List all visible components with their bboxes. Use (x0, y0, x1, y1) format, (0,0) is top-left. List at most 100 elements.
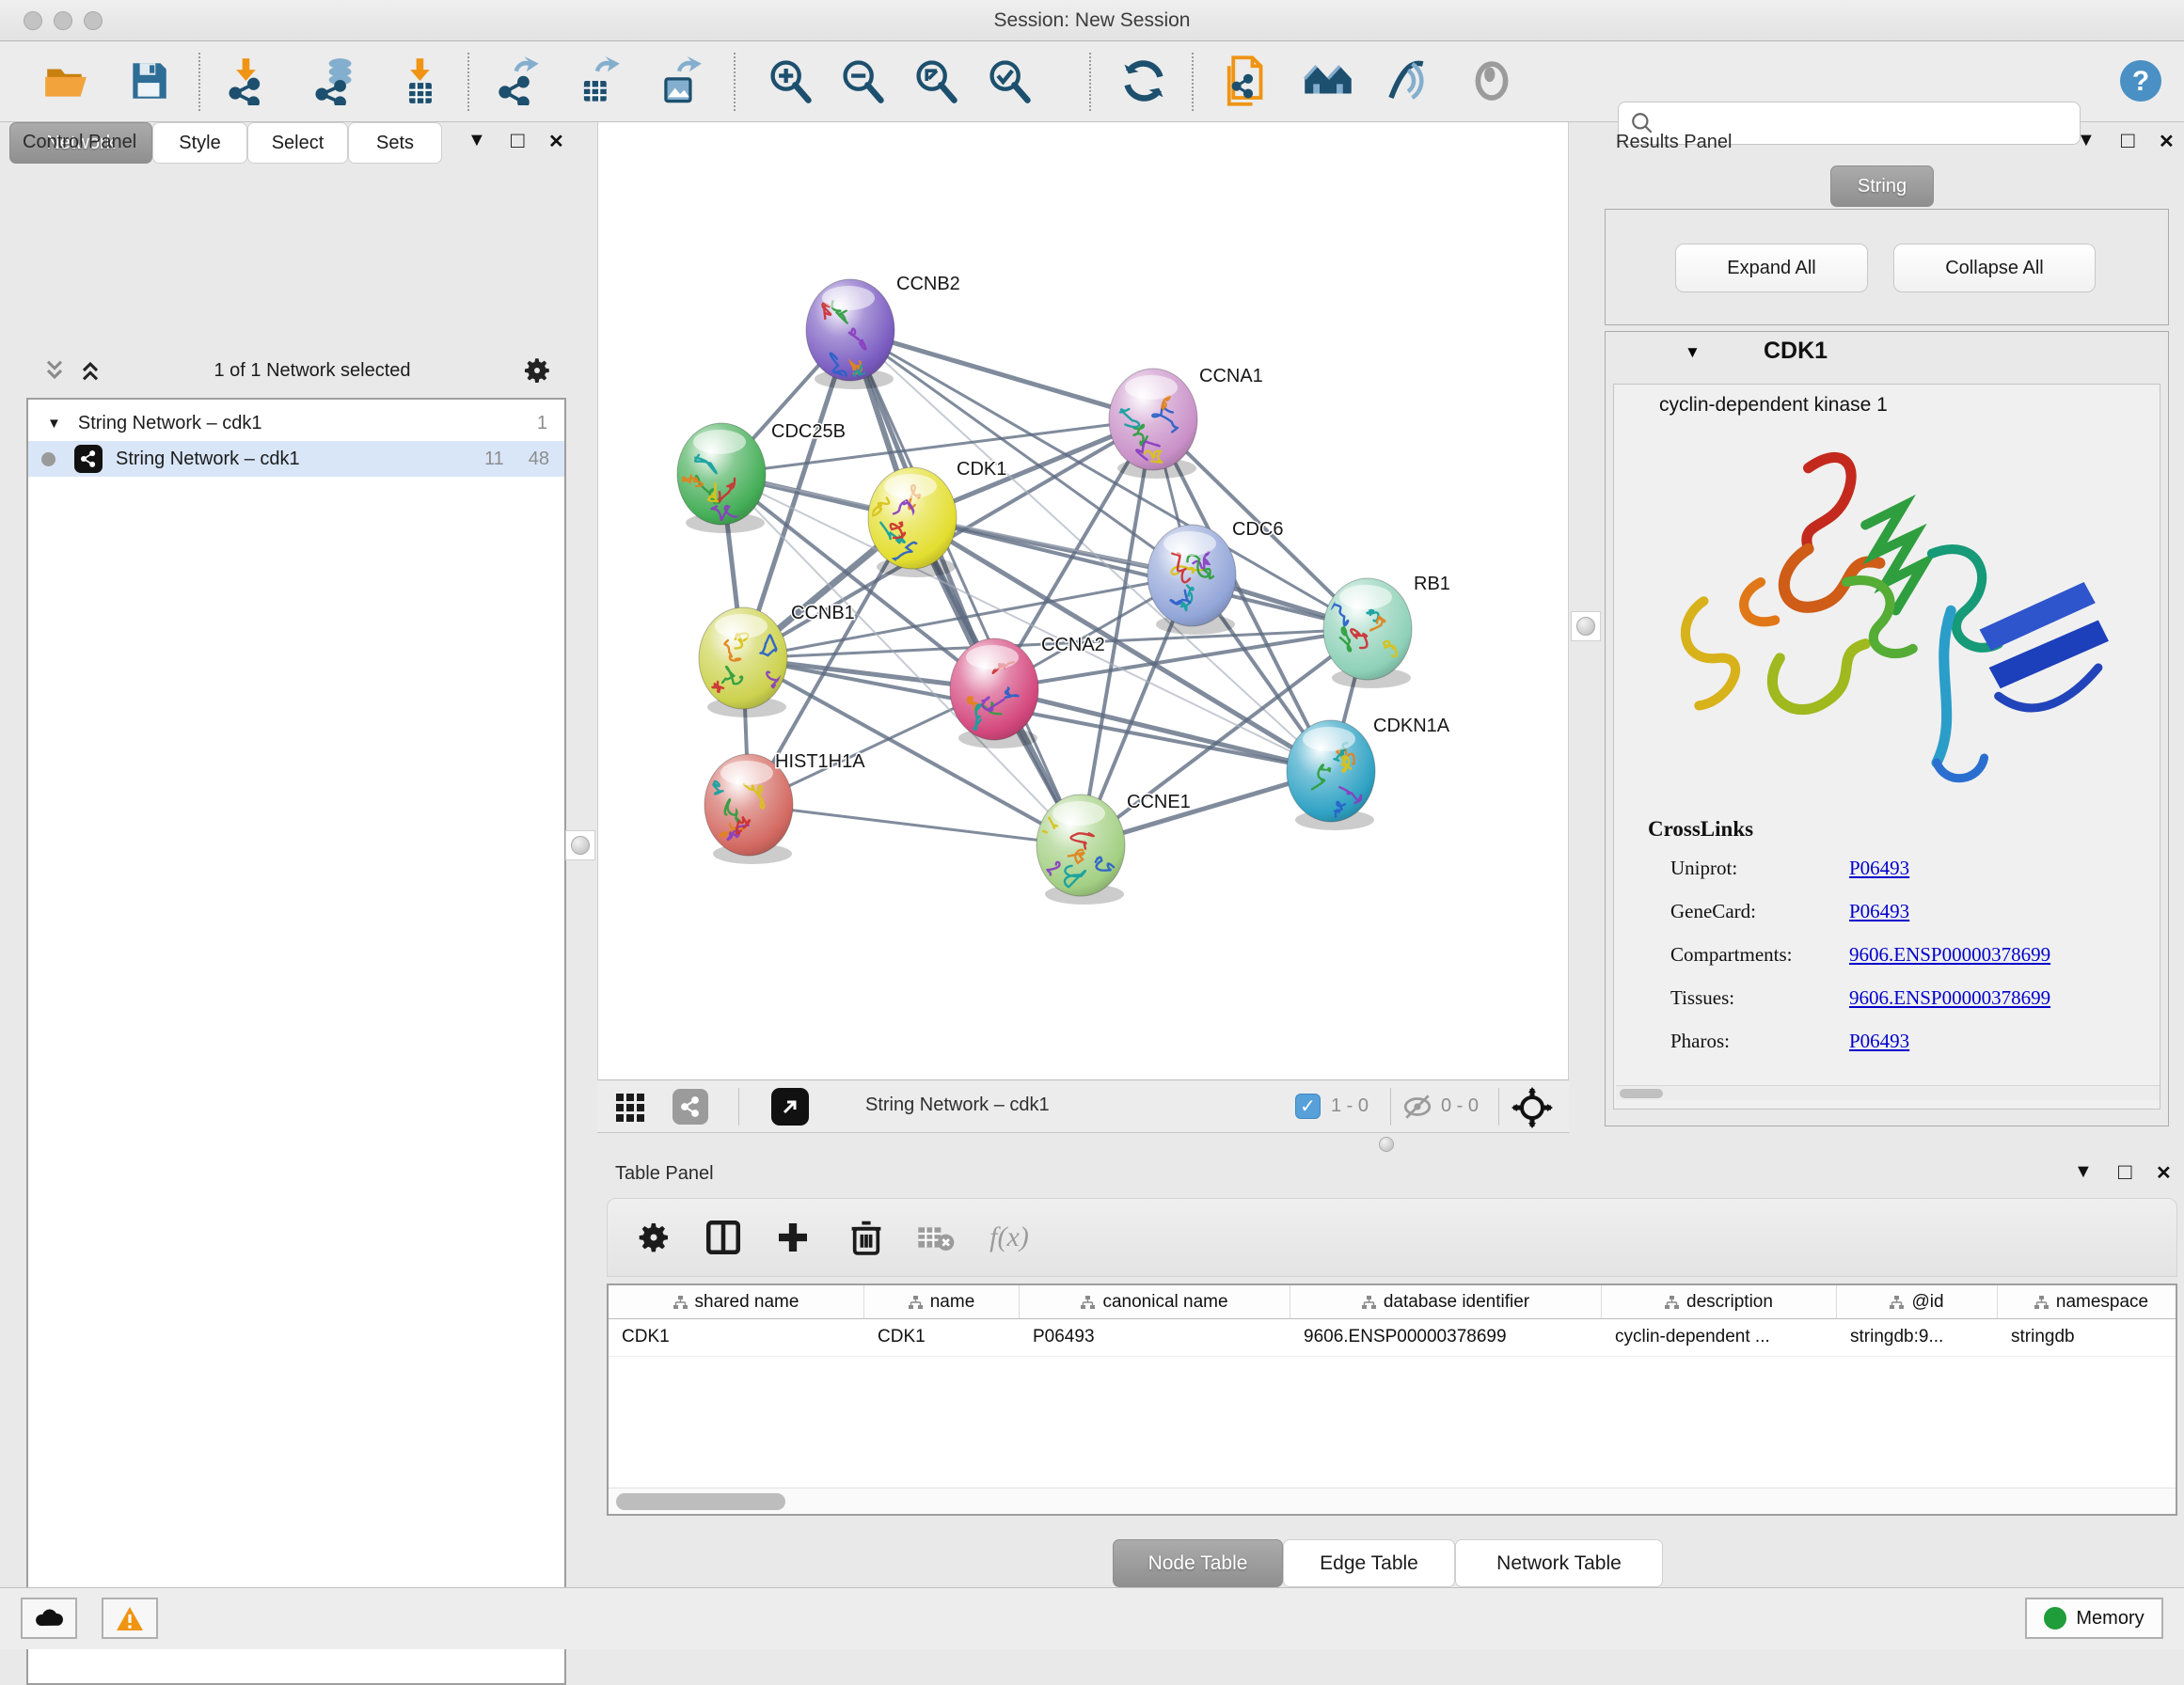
table-horizontal-scrollbar[interactable] (609, 1488, 2176, 1514)
hidden-items-icon[interactable] (1401, 1092, 1433, 1126)
expand-all-icon[interactable] (77, 357, 103, 384)
column-header-description[interactable]: description (1602, 1285, 1837, 1318)
title-bar: Session: New Session (0, 0, 2184, 41)
crosslink-value-link[interactable]: 9606.ENSP00000378699 (1849, 943, 2050, 967)
node-CDK1[interactable] (868, 467, 957, 569)
hide-labels-button[interactable] (1465, 55, 1518, 107)
results-panel-collapse-icon[interactable]: ▼ (2077, 130, 2096, 151)
column-header-name[interactable]: name (864, 1285, 1020, 1318)
birdseye-button[interactable] (771, 1088, 809, 1126)
column-header-shared-name[interactable]: shared name (609, 1285, 864, 1318)
expand-all-button[interactable]: Expand All (1675, 244, 1868, 292)
node-CCNB2[interactable] (806, 279, 894, 383)
column-header--id[interactable]: @id (1837, 1285, 1998, 1318)
table-settings-button[interactable] (628, 1212, 679, 1263)
grid-view-button[interactable] (614, 1090, 648, 1128)
left-splitter-handle[interactable] (565, 830, 595, 860)
network-canvas[interactable]: CCNB2CCNA1CDC25BCDK1CDC6RB1CCNB1CCNA2CDK… (597, 122, 1569, 1079)
control-panel-close-icon[interactable]: ✕ (548, 130, 564, 153)
selected-nodes-checkbox[interactable]: ✓ (1295, 1094, 1321, 1119)
collapse-all-icon[interactable] (41, 357, 68, 384)
string-protein-query-button[interactable] (1222, 55, 1274, 107)
delete-column-button[interactable] (841, 1212, 892, 1263)
memory-button[interactable]: Memory (2025, 1598, 2163, 1639)
cell-description[interactable]: cyclin-dependent ... (1602, 1319, 1837, 1356)
home-button[interactable] (1302, 55, 1354, 107)
tab-sets[interactable]: Sets (348, 122, 442, 164)
node-CDC25B[interactable] (677, 423, 766, 526)
entry-collapse-icon[interactable]: ▼ (1685, 343, 1701, 362)
table-panel-close-icon[interactable]: ✕ (2156, 1161, 2172, 1185)
column-header-database-identifier[interactable]: database identifier (1290, 1285, 1602, 1318)
node-CCNA2[interactable] (950, 638, 1038, 740)
show-columns-button[interactable] (698, 1212, 749, 1263)
cell-name[interactable]: CDK1 (864, 1319, 1020, 1356)
delete-table-button[interactable] (910, 1212, 961, 1263)
right-splitter-handle[interactable] (1571, 611, 1601, 641)
horizontal-splitter[interactable] (597, 1134, 2184, 1157)
cell-canonical-name[interactable]: P06493 (1020, 1319, 1290, 1356)
control-panel-float-icon[interactable]: □ (511, 128, 525, 154)
node-CCNB1[interactable] (699, 607, 787, 709)
crosslink-value-link[interactable]: 9606.ENSP00000378699 (1849, 986, 2050, 1010)
tab-select[interactable]: Select (247, 122, 348, 164)
tab-style[interactable]: Style (152, 122, 247, 164)
zoom-in-button[interactable] (764, 55, 816, 107)
network-collection-row[interactable]: ▼ String Network – cdk1 1 (28, 405, 564, 441)
tab-node-table[interactable]: Node Table (1113, 1539, 1283, 1587)
gear-icon[interactable] (521, 354, 553, 386)
node-RB1[interactable] (1323, 578, 1412, 680)
results-panel-float-icon[interactable]: □ (2121, 128, 2135, 154)
column-header-namespace[interactable]: namespace (1998, 1285, 2184, 1318)
node-CDC6[interactable] (1147, 525, 1236, 626)
show-labels-button[interactable] (1382, 55, 1434, 107)
import-table-from-file-button[interactable] (394, 55, 447, 107)
zoom-out-button[interactable] (836, 55, 889, 107)
export-table-button[interactable] (571, 55, 624, 107)
table-panel-collapse-icon[interactable]: ▼ (2074, 1161, 2093, 1183)
import-network-from-file-button[interactable] (220, 55, 273, 107)
import-network-icon (222, 56, 271, 105)
network-graph[interactable]: CCNB2CCNA1CDC25BCDK1CDC6RB1CCNB1CCNA2CDK… (598, 122, 1570, 1079)
import-network-from-database-button[interactable] (307, 55, 359, 107)
node-CDKN1A[interactable] (1287, 720, 1375, 822)
export-image-button[interactable] (653, 55, 705, 107)
collapse-all-button[interactable]: Collapse All (1893, 244, 2096, 292)
open-session-button[interactable] (40, 55, 92, 107)
control-panel-collapse-icon[interactable]: ▼ (467, 130, 486, 151)
cell-namespace[interactable]: stringdb (1998, 1319, 2184, 1356)
cloud-button[interactable] (21, 1598, 77, 1639)
tab-edge-table[interactable]: Edge Table (1283, 1539, 1455, 1587)
node-CCNA1[interactable] (1109, 369, 1197, 470)
column-header-canonical-name[interactable]: canonical name (1020, 1285, 1290, 1318)
network-row-selected[interactable]: String Network – cdk1 11 48 (28, 441, 564, 477)
tab-network-table[interactable]: Network Table (1455, 1539, 1663, 1587)
cell-database-identifier[interactable]: 9606.ENSP00000378699 (1290, 1319, 1602, 1356)
table-panel-float-icon[interactable]: □ (2118, 1159, 2132, 1186)
table-row[interactable]: CDK1CDK1P064939606.ENSP00000378699cyclin… (609, 1319, 2176, 1357)
zoom-fit-button[interactable] (910, 55, 962, 107)
string-view-button[interactable] (673, 1089, 708, 1125)
export-network-button[interactable] (492, 55, 545, 107)
center-view-button[interactable] (1511, 1087, 1553, 1133)
crosslink-value-link[interactable]: P06493 (1849, 1030, 1909, 1053)
help-button[interactable]: ? (2114, 55, 2167, 107)
splitter-dot (1379, 1137, 1394, 1152)
zoom-selected-button[interactable] (983, 55, 1036, 107)
cell-shared-name[interactable]: CDK1 (609, 1319, 864, 1356)
add-column-button[interactable] (768, 1212, 818, 1263)
collection-expand-icon[interactable]: ▼ (47, 416, 61, 432)
crosslink-value-link[interactable]: P06493 (1849, 900, 1909, 923)
save-session-button[interactable] (122, 55, 175, 107)
network-view-title: String Network – cdk1 (865, 1094, 1050, 1116)
horizontal-scrollbar[interactable] (1616, 1085, 2160, 1100)
tab-string[interactable]: String (1830, 165, 1934, 207)
scrollbar-thumb[interactable] (1620, 1089, 1663, 1098)
refresh-button[interactable] (1117, 55, 1170, 107)
scrollbar-thumb[interactable] (616, 1493, 785, 1510)
cell--id[interactable]: stringdb:9... (1837, 1319, 1998, 1356)
function-builder-button[interactable]: f(x) (984, 1212, 1035, 1263)
warnings-button[interactable] (102, 1598, 158, 1639)
crosslink-value-link[interactable]: P06493 (1849, 857, 1909, 880)
results-panel-close-icon[interactable]: ✕ (2159, 130, 2175, 153)
